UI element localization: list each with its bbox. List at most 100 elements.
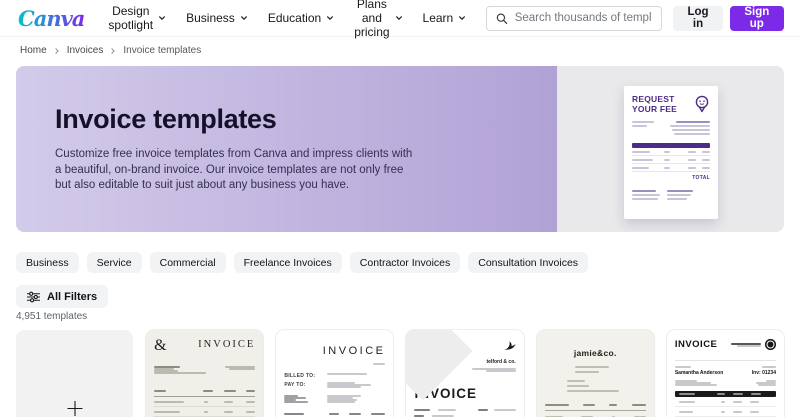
text-line <box>632 167 649 169</box>
column-header <box>544 404 569 406</box>
invoice-row <box>154 397 256 407</box>
headline-line2: YOUR FEE <box>632 103 678 114</box>
invoice-title: INVOICE <box>674 339 718 350</box>
company-logo-block <box>730 339 776 350</box>
text-line <box>702 159 710 161</box>
text-line-group <box>755 380 776 386</box>
top-navbar: Canva Design spotlight Business Educatio… <box>0 0 800 39</box>
invoice-table-row <box>632 156 710 164</box>
nav-item-learn[interactable]: Learn <box>413 4 477 32</box>
text-line <box>575 371 600 373</box>
nav-item-business[interactable]: Business <box>176 4 258 32</box>
template-search-box[interactable] <box>486 5 663 31</box>
nav-item-plans-pricing[interactable]: Plans and pricing <box>344 0 412 46</box>
text-line <box>224 410 234 413</box>
nav-item-design-spotlight[interactable]: Design spotlight <box>98 0 176 39</box>
chevron-down-icon <box>459 16 466 20</box>
filter-chip-row: Business Service Commercial Freelance In… <box>16 252 589 273</box>
text-line <box>632 125 647 127</box>
text-line <box>246 400 256 403</box>
search-input[interactable] <box>514 12 653 24</box>
text-line <box>674 366 691 368</box>
text-line-group <box>730 342 761 347</box>
text-line <box>757 384 776 386</box>
create-blank-invoice-card[interactable] <box>16 330 134 417</box>
text-line <box>674 133 710 135</box>
breadcrumb-invoices[interactable]: Invoices <box>67 45 104 56</box>
invoice-preview-footer <box>632 190 710 202</box>
text-line <box>154 400 185 403</box>
text-line <box>678 410 693 413</box>
text-line <box>438 409 457 411</box>
column-header <box>583 404 596 406</box>
template-card-telford-invoice[interactable]: telford & co. INVOICE <box>406 330 524 417</box>
filter-chip-service[interactable]: Service <box>86 252 142 273</box>
text-line <box>678 400 695 403</box>
text-line <box>477 409 488 411</box>
column-header <box>284 413 305 415</box>
text-line <box>676 121 710 123</box>
text-line-group <box>327 382 385 388</box>
ampersand-logo: & <box>154 337 167 354</box>
hero-invoice-preview: REQUEST YOUR FEE TOTAL <box>624 86 718 219</box>
text-line <box>493 409 516 411</box>
text-line <box>154 410 181 413</box>
hero-description: Customize free invoice templates from Ca… <box>55 148 413 191</box>
text-line-group <box>284 395 309 403</box>
filter-chip-commercial[interactable]: Commercial <box>149 252 226 273</box>
template-card-ampersand-invoice[interactable]: & INVOICE <box>146 330 264 417</box>
invoice-preview-header: REQUEST YOUR FEE <box>632 94 710 114</box>
filter-sliders-icon <box>27 291 40 302</box>
text-line <box>632 194 660 196</box>
template-card-jamie-invoice[interactable]: jamie&co. <box>536 330 654 417</box>
text-line-group <box>667 190 693 202</box>
filter-chip-freelance-invoices[interactable]: Freelance Invoices <box>233 252 342 273</box>
column-header <box>328 413 339 415</box>
text-line <box>373 363 386 365</box>
nav-item-label: Education <box>267 11 322 25</box>
text-line <box>414 409 431 411</box>
invoice-row <box>154 407 256 417</box>
address-block <box>154 366 207 374</box>
text-line <box>632 198 658 200</box>
text-line <box>632 159 653 161</box>
filter-chip-contractor-invoices[interactable]: Contractor Invoices <box>349 252 461 273</box>
company-name: telford & co. <box>486 359 516 365</box>
text-line <box>567 385 590 387</box>
text-line-group <box>670 121 710 137</box>
breadcrumb-current: Invoice templates <box>123 45 202 56</box>
text-line <box>749 410 759 413</box>
text-line <box>688 151 696 153</box>
all-filters-button[interactable]: All Filters <box>16 285 109 308</box>
text-line-group <box>632 190 660 202</box>
page-title: Invoice templates <box>55 104 277 134</box>
column-header <box>678 393 695 395</box>
template-card-billed-to-invoice[interactable]: INVOICE BILLED TO: PAY TO: <box>276 330 394 417</box>
filter-chip-business[interactable]: Business <box>16 252 79 273</box>
invoice-preview-headline: REQUEST YOUR FEE <box>632 94 678 114</box>
text-line-group <box>632 121 654 137</box>
hero-banner: Invoice templates Customize free invoice… <box>16 66 784 232</box>
template-grid: & INVOICE INVOICE BILLED TO: PAY TO: tel… <box>16 330 784 417</box>
all-filters-label: All Filters <box>47 290 98 303</box>
canva-logo[interactable]: Canva <box>18 6 85 31</box>
column-header <box>246 390 256 392</box>
nav-item-education[interactable]: Education <box>258 4 344 32</box>
invoice-row <box>674 407 776 417</box>
signup-button[interactable]: Sign up <box>729 5 784 31</box>
text-line <box>664 151 670 153</box>
canva-invoice-templates-page: Canva Design spotlight Business Educatio… <box>0 0 800 417</box>
column-header <box>750 393 761 395</box>
column-header <box>609 404 618 406</box>
chevron-down-icon <box>159 16 166 20</box>
text-line <box>736 344 761 347</box>
column-header <box>716 393 725 395</box>
breadcrumb-home[interactable]: Home <box>20 45 47 56</box>
filter-chip-consultation-invoices[interactable]: Consultation Invoices <box>468 252 589 273</box>
login-button[interactable]: Log in <box>673 5 723 31</box>
template-card-samantha-invoice[interactable]: INVOICE Samantha Anderson Inv: 01234 <box>666 330 784 417</box>
text-line <box>761 366 776 368</box>
column-header <box>202 390 213 392</box>
column-header <box>732 393 743 395</box>
results-count: 4,951 templates <box>16 311 88 322</box>
